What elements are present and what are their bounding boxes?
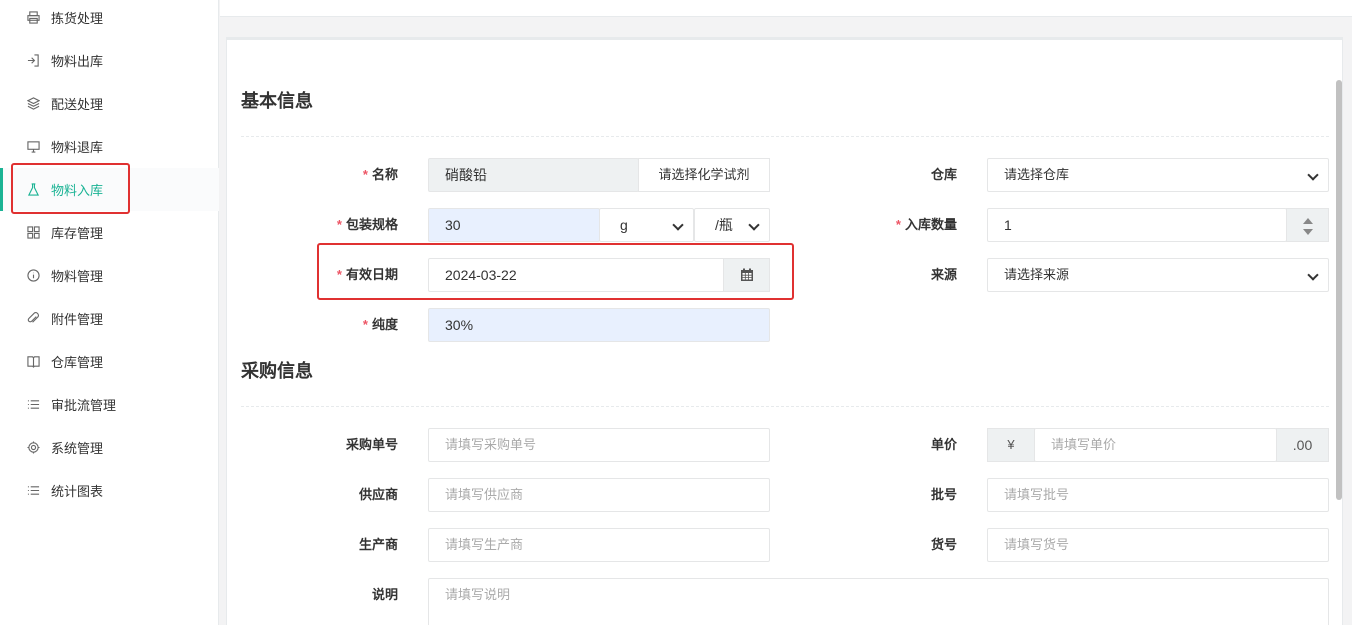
calendar-button[interactable] <box>723 258 770 292</box>
flask-icon <box>26 183 40 197</box>
decimal-addon: .00 <box>1276 428 1329 462</box>
select-reagent-button[interactable]: 请选择化学试剂 <box>638 158 770 192</box>
section-title-basic: 基本信息 <box>241 91 313 111</box>
sidebar-item-label: 系统管理 <box>51 441 104 456</box>
supplier-label: 供应商 <box>358 487 398 502</box>
sidebar-item-return[interactable]: 物料退库 <box>0 125 219 168</box>
grid-icon <box>26 226 40 240</box>
sidebar-item-label: 配送处理 <box>51 97 104 112</box>
sidebar-item-approval[interactable]: 审批流管理 <box>0 383 219 426</box>
sidebar-item-label: 审批流管理 <box>51 398 117 413</box>
expiry-date-input[interactable]: 2024-03-22 <box>428 258 725 292</box>
gear-icon <box>26 441 40 455</box>
sidebar-item-system[interactable]: 系统管理 <box>0 426 219 469</box>
source-select[interactable]: 请选择来源 <box>987 258 1329 292</box>
sidebar-item-label: 物料管理 <box>51 269 104 284</box>
sidebar-item-warehouse[interactable]: 仓库管理 <box>0 340 219 383</box>
calendar-icon <box>740 268 754 282</box>
item-no-label: 货号 <box>930 537 957 552</box>
spec-unit-select[interactable]: g <box>599 208 694 242</box>
order-no-label: 采购单号 <box>345 437 398 452</box>
unit-price-label: 单价 <box>930 437 957 452</box>
sidebar-item-label: 附件管理 <box>51 312 104 327</box>
sidebar-item-inventory[interactable]: 库存管理 <box>0 211 219 254</box>
notes-label: 说明 <box>371 587 398 602</box>
expiry-label: * 有效日期 <box>336 267 398 282</box>
printer-icon <box>26 11 40 25</box>
chevron-up-icon[interactable] <box>1303 218 1313 224</box>
manufacturer-label: 生产商 <box>358 537 398 552</box>
chevron-down-icon[interactable] <box>1303 229 1313 235</box>
list-icon <box>26 484 40 498</box>
sidebar-item-picking[interactable]: 拣货处理 <box>0 0 219 39</box>
name-field[interactable]: 硝酸铅 <box>428 158 639 192</box>
list-icon <box>26 398 40 412</box>
sidebar-item-outbound[interactable]: 物料出库 <box>0 39 219 82</box>
divider <box>241 406 1329 407</box>
sidebar-item-materials[interactable]: 物料管理 <box>0 254 219 297</box>
info-circle-icon <box>26 269 40 283</box>
purity-input[interactable]: 30% <box>428 308 770 342</box>
sidebar-item-label: 拣货处理 <box>51 11 104 26</box>
sidebar-item-inbound[interactable]: 物料入库 <box>0 168 219 211</box>
sidebar-item-label: 统计图表 <box>51 484 104 499</box>
sidebar: 拣货处理 物料出库 配送处理 物料退库 物料入库 库存管理 物料管理 附件管理 … <box>0 0 219 625</box>
warehouse-select[interactable]: 请选择仓库 <box>987 158 1329 192</box>
spec-pack-select[interactable]: /瓶 <box>694 208 770 242</box>
monitor-icon <box>26 140 40 154</box>
notes-textarea[interactable]: 请填写说明 <box>428 578 1329 625</box>
sign-out-icon <box>26 54 40 68</box>
paperclip-icon <box>26 312 40 326</box>
sidebar-item-label: 仓库管理 <box>51 355 104 370</box>
quantity-label: * 入库数量 <box>895 217 957 232</box>
sidebar-item-delivery[interactable]: 配送处理 <box>0 82 219 125</box>
quantity-input[interactable]: 1 <box>987 208 1287 242</box>
spec-label: * 包装规格 <box>336 217 398 232</box>
top-bar <box>220 0 1352 17</box>
manufacturer-input[interactable]: 请填写生产商 <box>428 528 770 562</box>
supplier-input[interactable]: 请填写供应商 <box>428 478 770 512</box>
item-no-input[interactable]: 请填写货号 <box>987 528 1329 562</box>
scrollbar[interactable] <box>1336 80 1342 500</box>
sidebar-item-label: 物料出库 <box>51 54 104 69</box>
source-label: 来源 <box>930 267 957 282</box>
layers-icon <box>26 97 40 111</box>
quantity-stepper[interactable] <box>1286 208 1329 242</box>
form-card: 基本信息 * 名称 硝酸铅 请选择化学试剂 仓库 请选择仓库 * 包装规格 30 g… <box>226 37 1343 625</box>
divider <box>241 136 1329 137</box>
sidebar-item-label: 物料入库 <box>51 183 104 198</box>
purity-label: * 纯度 <box>362 317 398 332</box>
sidebar-item-label: 物料退库 <box>51 140 104 155</box>
spec-input[interactable]: 30 <box>428 208 600 242</box>
sidebar-item-label: 库存管理 <box>51 226 104 241</box>
section-title-purchase: 采购信息 <box>241 361 313 381</box>
batch-input[interactable]: 请填写批号 <box>987 478 1329 512</box>
name-label: * 名称 <box>362 167 398 182</box>
sidebar-item-stats[interactable]: 统计图表 <box>0 469 219 512</box>
batch-label: 批号 <box>930 487 957 502</box>
book-icon <box>26 355 40 369</box>
sidebar-item-attachments[interactable]: 附件管理 <box>0 297 219 340</box>
warehouse-label: 仓库 <box>930 167 957 182</box>
unit-price-input[interactable]: 请填写单价 <box>1034 428 1277 462</box>
order-no-input[interactable]: 请填写采购单号 <box>428 428 770 462</box>
currency-addon: ¥ <box>987 428 1035 462</box>
